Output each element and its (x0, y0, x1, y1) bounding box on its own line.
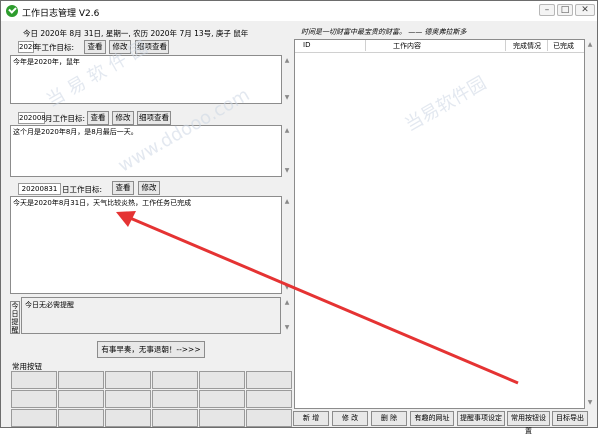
annotation-arrow (116, 211, 519, 385)
arrow-line (129, 216, 519, 385)
